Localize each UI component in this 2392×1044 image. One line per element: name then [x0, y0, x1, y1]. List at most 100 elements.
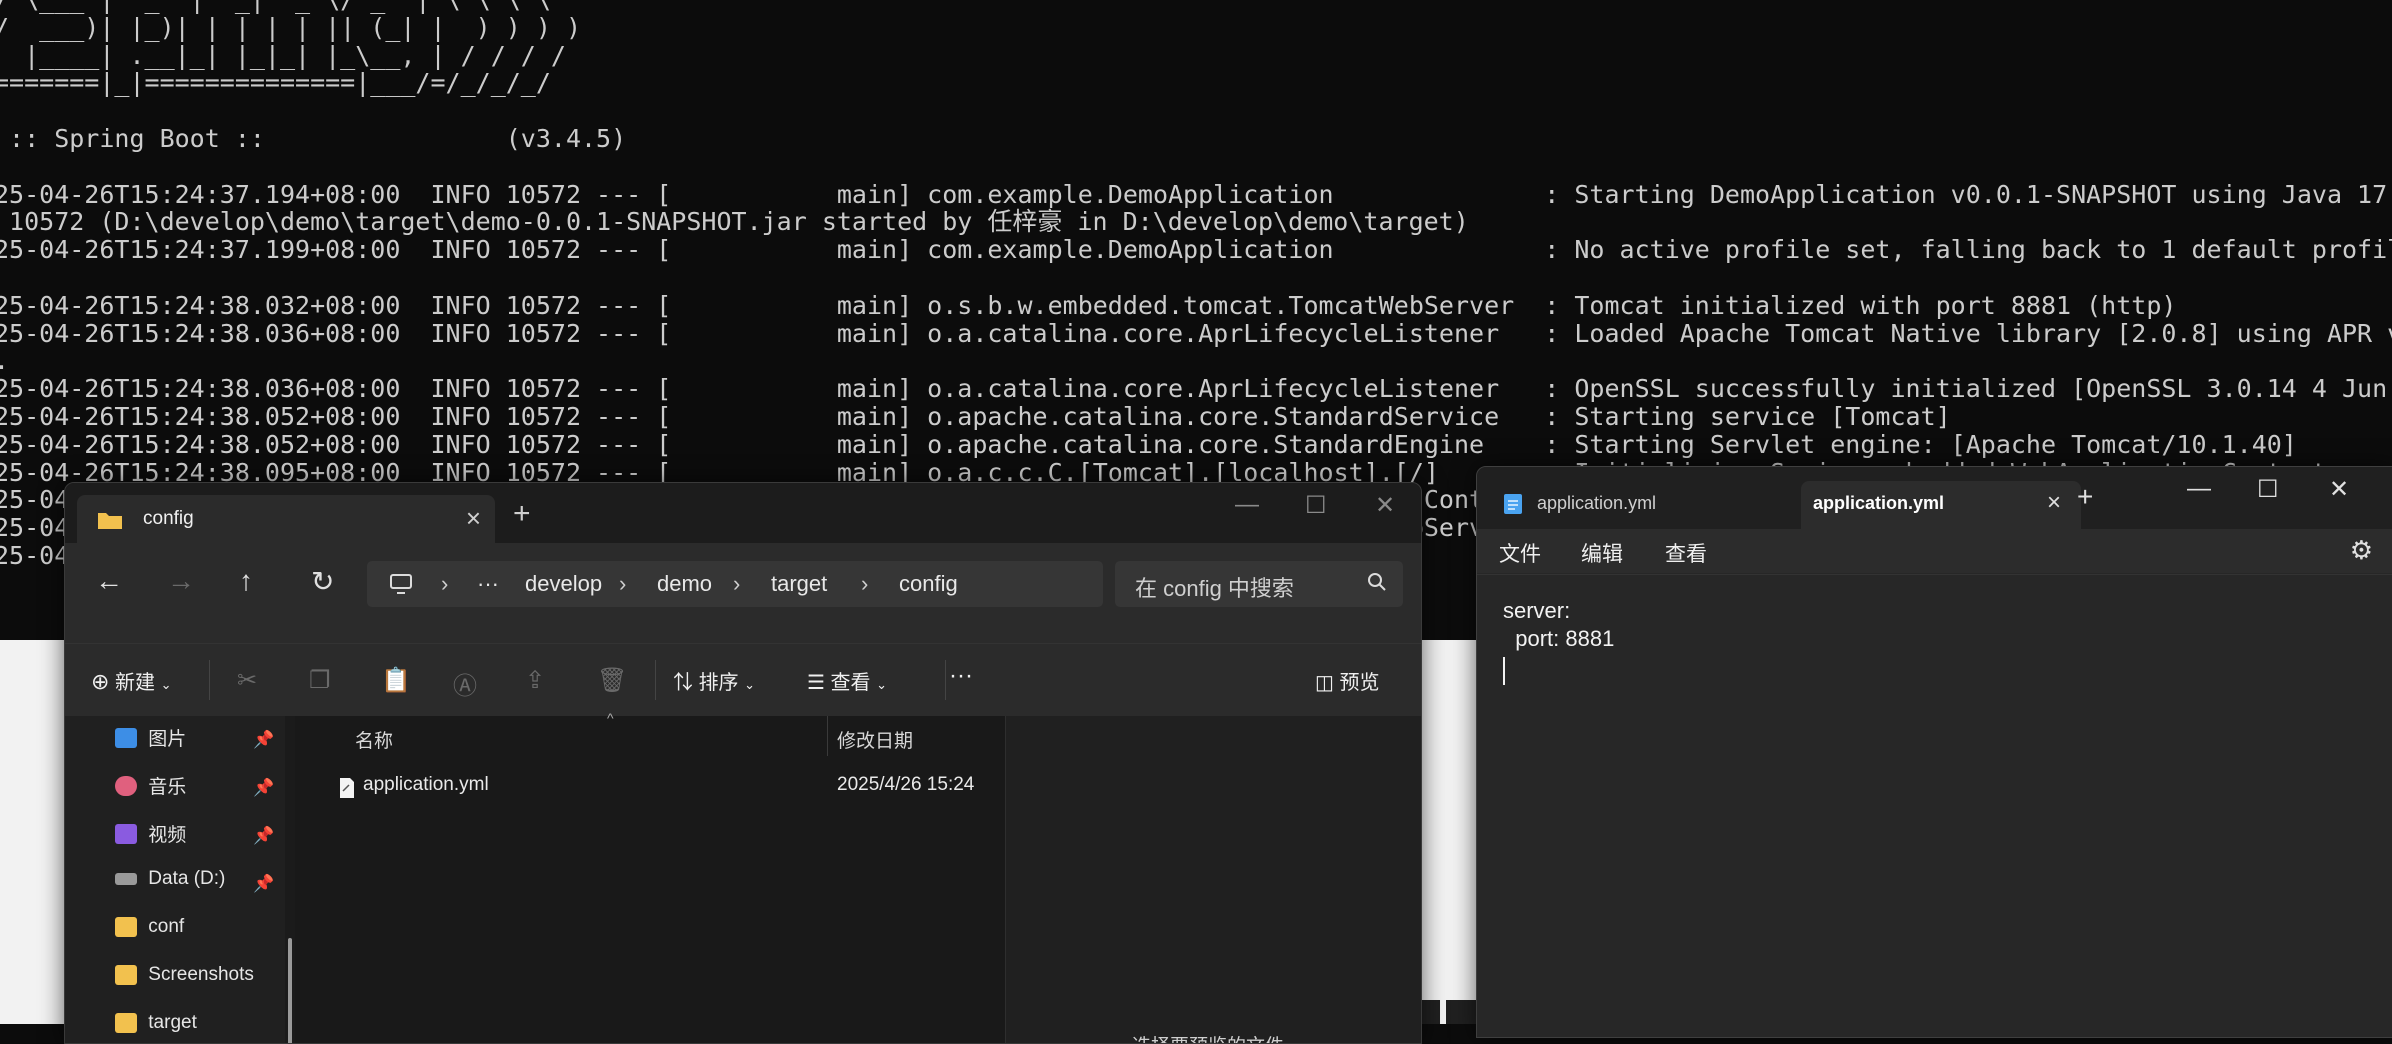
file-icon [340, 778, 354, 798]
breadcrumb-more[interactable]: ··· [477, 571, 499, 597]
videos-icon [115, 823, 137, 844]
drive-icon [115, 873, 137, 885]
notepad-window[interactable]: application.yml application.yml × + — ☐ … [1476, 466, 2392, 1038]
add-circle-icon: ⊕ [91, 669, 110, 694]
sidebar-item-data-drive[interactable]: Data (D:) [115, 868, 225, 908]
preview-pane: 选择要预览的文件 [1005, 716, 1421, 1043]
sort-button[interactable]: ⇅ 排序 ⌄ [673, 666, 755, 695]
search-input[interactable]: 在 config 中搜索 [1115, 561, 1403, 607]
address-bar[interactable]: › ··· develop › demo › target › config [367, 561, 1103, 607]
menu-file[interactable]: 文件 [1499, 538, 1541, 568]
file-explorer-window[interactable]: config × + — ☐ ✕ ← → ↑ ↻ › ··· develop ›… [64, 482, 1422, 1044]
folder-icon [115, 965, 137, 985]
notepad-icon [1504, 494, 1522, 514]
new-tab-button[interactable]: + [513, 497, 531, 531]
back-arrow-icon[interactable]: ← [95, 565, 123, 597]
notepad-tab-inactive[interactable]: application.yml [1537, 481, 1787, 529]
divider [655, 660, 656, 700]
sidebar-item-label: target [148, 1012, 197, 1033]
sidebar-item-label: conf [148, 916, 185, 937]
paste-icon[interactable]: 📋 [381, 666, 411, 695]
rename-icon[interactable]: Ⓐ [453, 666, 477, 701]
breadcrumb-demo[interactable]: demo [657, 571, 712, 597]
column-divider[interactable] [827, 716, 828, 756]
new-button[interactable]: ⊕ 新建 ⌄ [91, 666, 171, 695]
breadcrumb-develop[interactable]: develop [525, 571, 602, 597]
notepad-tab-active[interactable]: application.yml × [1801, 481, 2081, 529]
delete-icon[interactable]: 🗑 [597, 666, 627, 695]
cut-icon[interactable]: ✂ [237, 666, 257, 695]
sidebar-item-videos[interactable]: 视频 [115, 820, 186, 860]
taskbar-fragment [1446, 1000, 1476, 1024]
folder-icon [98, 513, 122, 529]
chevron-down-icon: ⌄ [744, 677, 756, 692]
notepad-tab-title: application.yml [1813, 493, 1945, 513]
copy-icon[interactable]: ❐ [309, 666, 331, 695]
menu-view[interactable]: 查看 [1665, 538, 1707, 568]
sidebar-item-label: 图片 [148, 729, 187, 750]
sidebar-item-conf[interactable]: conf [115, 916, 184, 956]
chevron-down-icon: ⌄ [876, 677, 887, 692]
music-icon [115, 775, 137, 796]
chevron-right-icon: › [861, 571, 869, 596]
sidebar-item-label: Screenshots [148, 964, 254, 985]
chevron-down-icon: ⌄ [160, 677, 172, 692]
breadcrumb-target[interactable]: target [771, 571, 827, 597]
close-window-button[interactable]: ✕ [1375, 491, 1395, 520]
view-button[interactable]: ☰ 查看 ⌄ [807, 666, 887, 695]
column-header-name[interactable]: 名称 [355, 726, 393, 753]
refresh-icon[interactable]: ↻ [311, 565, 334, 598]
column-header-modified[interactable]: 修改日期 [837, 726, 913, 753]
sort-label: 排序 [698, 672, 739, 694]
new-tab-button[interactable]: + [2077, 481, 2093, 513]
pin-icon[interactable]: 📌 [253, 778, 274, 798]
divider [945, 660, 946, 700]
sidebar-item-music[interactable]: 音乐 [115, 772, 186, 812]
scrollbar-thumb[interactable] [288, 938, 292, 1043]
chevron-right-icon: › [733, 571, 741, 596]
file-name: application.yml [363, 774, 489, 795]
close-window-button[interactable]: ✕ [2329, 475, 2349, 504]
search-icon [1368, 573, 1386, 591]
folder-icon [115, 917, 137, 937]
share-icon[interactable]: ⇪ [525, 666, 545, 695]
notepad-editor[interactable]: server: port: 8881 [1477, 574, 2392, 1037]
notepad-tab-bar: application.yml application.yml × + — ☐ … [1477, 467, 2392, 529]
menu-edit[interactable]: 编辑 [1581, 538, 1623, 568]
more-options-button[interactable]: ··· [949, 662, 973, 690]
maximize-button[interactable]: ☐ [1305, 491, 1327, 520]
maximize-button[interactable]: ☐ [2257, 475, 2279, 504]
up-arrow-icon[interactable]: ↑ [239, 565, 253, 597]
navigation-pane: 图片 📌 音乐 📌 视频 📌 Data (D:) 📌 conf Screensh… [65, 716, 285, 1043]
divider [209, 660, 210, 700]
sidebar-item-label: 视频 [148, 825, 187, 846]
file-list: ^ 名称 修改日期 application.yml 2025/4/26 15:2… [305, 710, 1070, 1043]
sidebar-item-screenshots[interactable]: Screenshots [115, 964, 254, 1004]
text-caret [1503, 657, 1505, 685]
breadcrumb-config[interactable]: config [899, 571, 958, 597]
sort-icon: ⇅ [673, 672, 693, 694]
preview-label: 预览 [1339, 672, 1380, 694]
sidebar-item-pictures[interactable]: 图片 [115, 724, 186, 764]
explorer-body: 图片 📌 音乐 📌 视频 📌 Data (D:) 📌 conf Screensh… [65, 710, 1421, 1043]
preview-pane-button[interactable]: ◫ 预览 [1315, 666, 1379, 695]
navigation-scrollbar[interactable] [285, 716, 295, 1043]
explorer-tab-config[interactable]: config × [77, 495, 495, 543]
explorer-tab-bar: config × + — ☐ ✕ [65, 483, 1421, 543]
settings-gear-icon[interactable]: ⚙ [2350, 535, 2373, 566]
close-tab-icon[interactable]: × [2047, 489, 2061, 517]
chevron-right-icon: › [441, 571, 449, 596]
close-tab-icon[interactable]: × [466, 503, 481, 534]
minimize-button[interactable]: — [1235, 491, 1259, 519]
forward-arrow-icon[interactable]: → [167, 565, 195, 597]
search-placeholder: 在 config 中搜索 [1135, 576, 1294, 601]
pin-icon[interactable]: 📌 [253, 874, 274, 894]
explorer-tab-title: config [143, 508, 194, 529]
sidebar-item-target[interactable]: target [115, 1012, 197, 1043]
minimize-button[interactable]: — [2187, 475, 2211, 503]
view-list-icon: ☰ [807, 672, 825, 694]
file-row[interactable]: application.yml 2025/4/26 15:24 [305, 770, 995, 810]
pin-icon[interactable]: 📌 [253, 826, 274, 846]
pin-icon[interactable]: 📌 [253, 730, 274, 750]
file-modified: 2025/4/26 15:24 [837, 774, 975, 795]
